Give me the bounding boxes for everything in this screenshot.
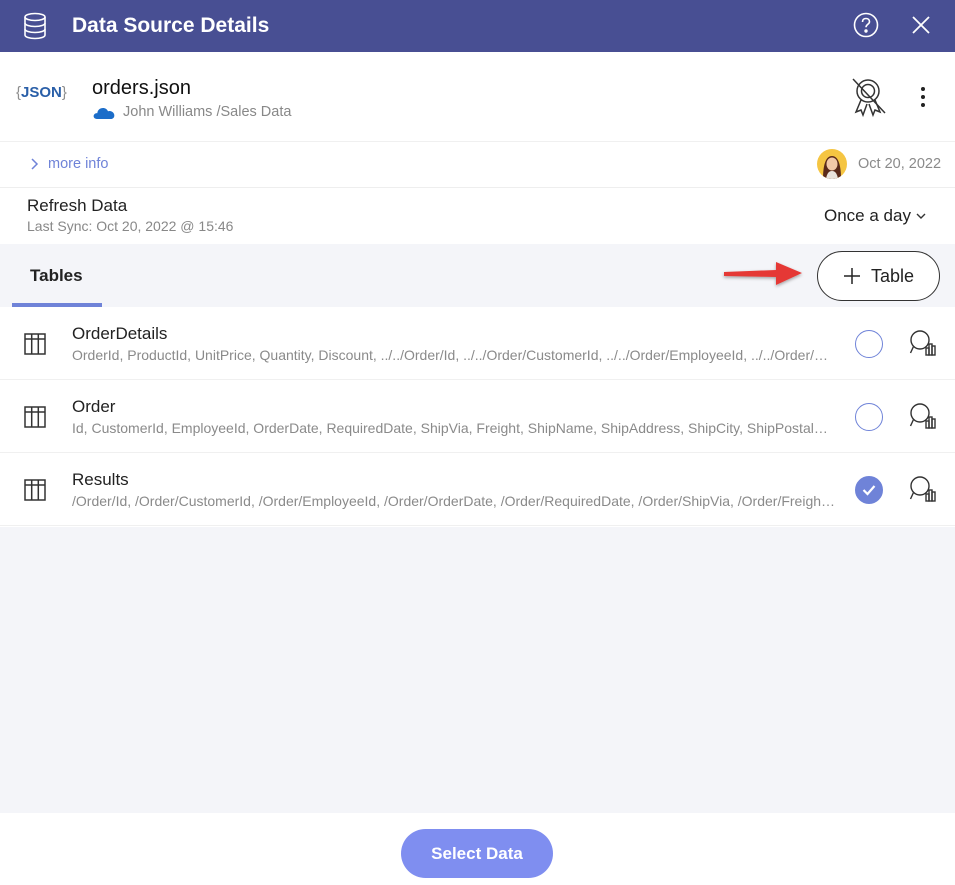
chevron-right-icon[interactable] (28, 156, 40, 172)
add-table-button[interactable]: Table (817, 251, 940, 301)
tab-tables[interactable]: Tables (12, 244, 102, 307)
table-row[interactable]: Order Id, CustomerId, EmployeeId, OrderD… (0, 380, 955, 453)
refresh-frequency-value: Once a day (824, 206, 911, 225)
table-name: Results (72, 470, 129, 489)
add-table-label: Table (870, 265, 915, 286)
tables-tab-bar (0, 244, 955, 307)
dialog-titlebar: Data Source Details (0, 0, 955, 52)
modified-date: Oct 20, 2022 (858, 156, 942, 172)
user-avatar (817, 149, 847, 179)
chevron-down-icon (916, 213, 926, 219)
table-select-radio[interactable] (855, 476, 883, 504)
table-grid-icon (24, 333, 46, 355)
refresh-frequency-dropdown[interactable]: Once a day (824, 205, 927, 227)
database-icon (24, 12, 46, 40)
close-icon[interactable] (910, 14, 932, 36)
onedrive-cloud-icon (93, 108, 115, 119)
certified-off-icon[interactable] (848, 76, 888, 118)
data-source-name: orders.json (92, 77, 191, 99)
table-row[interactable]: Results /Order/Id, /Order/CustomerId, /O… (0, 453, 955, 526)
dialog-title: Data Source Details (72, 14, 270, 37)
table-row[interactable]: OrderDetails OrderId, ProductId, UnitPri… (0, 307, 955, 380)
more-info-link[interactable]: more info (48, 154, 108, 174)
annotation-arrow (724, 262, 802, 285)
checkmark-icon (862, 485, 876, 496)
refresh-data-title: Refresh Data (27, 196, 128, 215)
table-grid-icon (24, 406, 46, 428)
table-columns: OrderId, ProductId, UnitPrice, Quantity,… (72, 347, 837, 363)
explore-data-icon[interactable] (909, 475, 937, 503)
select-data-button[interactable]: Select Data (401, 829, 553, 878)
plus-icon (843, 268, 860, 284)
empty-list-area (0, 527, 955, 813)
table-name: Order (72, 397, 116, 416)
data-source-path: John Williams /Sales Data (123, 104, 292, 120)
tab-tables-label: Tables (30, 266, 83, 285)
table-columns: Id, CustomerId, EmployeeId, OrderDate, R… (72, 420, 837, 436)
table-grid-icon (24, 479, 46, 501)
json-logo: {JSON} (16, 84, 67, 101)
table-columns: /Order/Id, /Order/CustomerId, /Order/Emp… (72, 493, 837, 509)
table-name: OrderDetails (72, 324, 168, 343)
last-sync-text: Last Sync: Oct 20, 2022 @ 15:46 (27, 218, 234, 234)
explore-data-icon[interactable] (909, 329, 937, 357)
table-select-radio[interactable] (855, 330, 883, 358)
explore-data-icon[interactable] (909, 402, 937, 430)
refresh-data-row (0, 188, 955, 244)
table-select-radio[interactable] (855, 403, 883, 431)
more-info-row (0, 142, 955, 188)
more-vertical-icon[interactable] (913, 84, 933, 110)
help-icon[interactable] (853, 12, 879, 38)
